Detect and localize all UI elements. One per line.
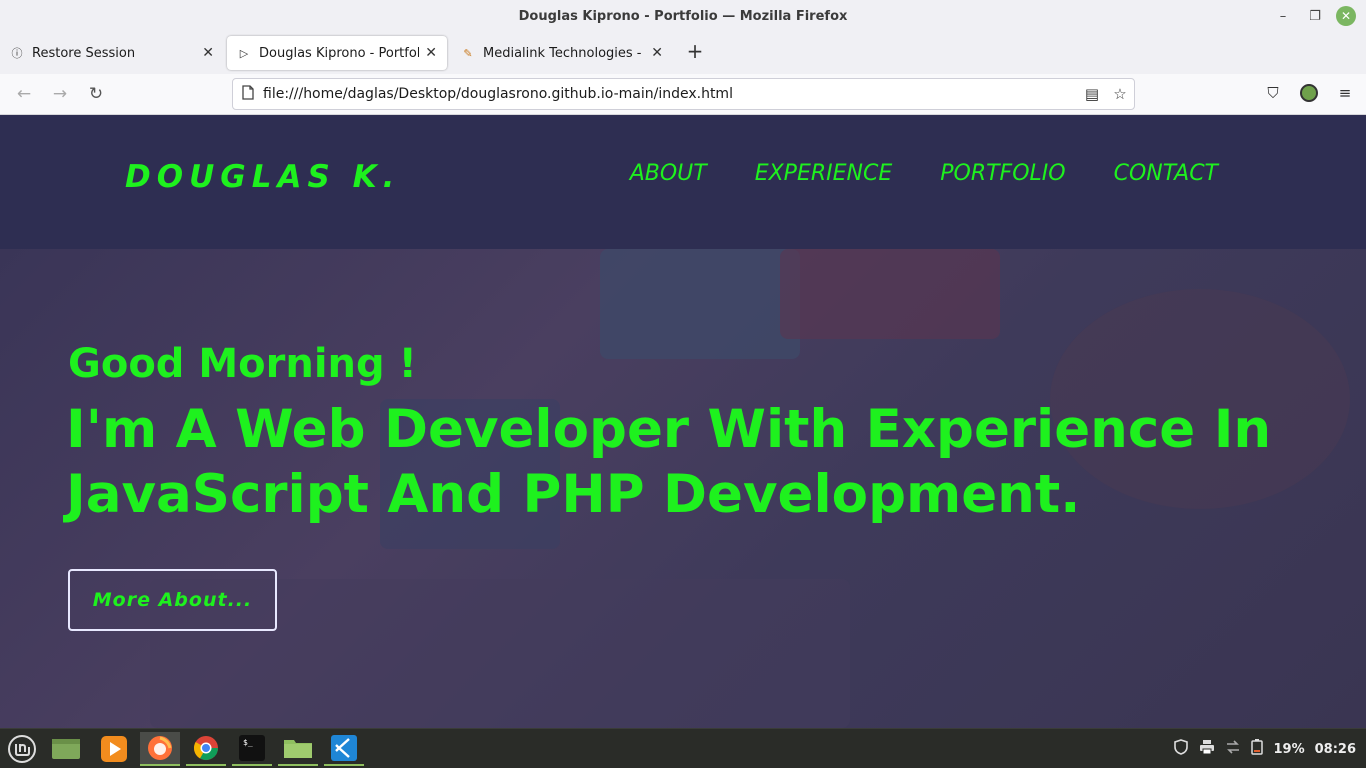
page-icon	[233, 84, 263, 104]
battery-percentage: 19%	[1273, 741, 1305, 757]
site-header: DOUGLAS K. ABOUT EXPERIENCE PORTFOLIO CO…	[0, 115, 1366, 249]
pocket-icon[interactable]: ⛉	[1262, 82, 1284, 104]
info-icon: ⓘ	[11, 47, 23, 60]
tab-medialink[interactable]: ✎ Medialink Technologies - Be ✕	[451, 36, 673, 70]
close-tab-icon[interactable]: ✕	[202, 45, 214, 61]
tab-label: Douglas Kiprono - Portfolio	[259, 45, 420, 61]
reader-view-icon[interactable]: ▤	[1078, 85, 1106, 103]
tab-label: Medialink Technologies - Be	[483, 45, 646, 61]
account-avatar-icon[interactable]	[1298, 82, 1320, 104]
security-shield-icon[interactable]	[1173, 739, 1189, 759]
new-tab-button[interactable]: +	[684, 39, 706, 63]
files-taskbar-icon[interactable]	[278, 732, 318, 766]
maximize-button[interactable]: ❐	[1304, 5, 1326, 27]
terminal-taskbar-icon[interactable]: $_	[232, 732, 272, 766]
firefox-taskbar-icon[interactable]	[140, 732, 180, 766]
web-page: DOUGLAS K. ABOUT EXPERIENCE PORTFOLIO CO…	[0, 115, 1366, 728]
vscode-taskbar-icon[interactable]	[324, 732, 364, 766]
minimize-button[interactable]: –	[1272, 5, 1294, 27]
printer-icon[interactable]	[1199, 739, 1215, 759]
chrome-taskbar-icon[interactable]	[186, 732, 226, 766]
system-tray: 19% 08:26	[1173, 729, 1356, 768]
reload-button[interactable]: ↻	[84, 82, 108, 106]
site-nav: ABOUT EXPERIENCE PORTFOLIO CONTACT	[630, 161, 1218, 186]
bookmark-star-icon[interactable]: ☆	[1106, 85, 1134, 103]
navigation-toolbar: ← → ↻ file:///home/daglas/Desktop/dougla…	[0, 74, 1366, 115]
window-title: Douglas Kiprono - Portfolio — Mozilla Fi…	[518, 8, 848, 24]
nav-link-contact[interactable]: CONTACT	[1114, 161, 1218, 186]
hero-headline: I'm A Web Developer With Experience In J…	[66, 399, 1272, 525]
tab-label: Restore Session	[32, 45, 136, 61]
tab-portfolio[interactable]: ▷ Douglas Kiprono - Portfolio ✕	[227, 36, 447, 70]
medialink-favicon-icon: ✎	[463, 46, 473, 60]
battery-icon[interactable]	[1251, 739, 1264, 759]
back-button[interactable]: ←	[12, 82, 36, 106]
close-tab-icon[interactable]: ✕	[651, 45, 663, 61]
hamburger-menu-icon[interactable]: ≡	[1334, 82, 1356, 104]
background-decor	[780, 249, 1000, 339]
nav-link-portfolio[interactable]: PORTFOLIO	[940, 161, 1065, 186]
background-decor	[600, 249, 800, 359]
window-controls: – ❐ ✕	[1272, 5, 1356, 27]
show-desktop-icon[interactable]	[46, 732, 86, 766]
site-logo[interactable]: DOUGLAS K.	[125, 159, 400, 195]
url-text[interactable]: file:///home/daglas/Desktop/douglasrono.…	[263, 86, 1078, 102]
more-about-button[interactable]: More About...	[68, 569, 277, 631]
toolbar-right-icons: ⛉ ≡	[1262, 82, 1356, 104]
network-icon[interactable]	[1225, 739, 1241, 759]
taskbar: $_ 19% 08:26	[0, 728, 1366, 768]
window-titlebar: Douglas Kiprono - Portfolio — Mozilla Fi…	[0, 0, 1366, 32]
svg-text:$_: $_	[243, 738, 253, 747]
close-window-button[interactable]: ✕	[1336, 6, 1356, 26]
clock[interactable]: 08:26	[1315, 742, 1356, 757]
nav-link-experience[interactable]: EXPERIENCE	[755, 161, 893, 186]
tab-restore-session[interactable]: ⓘ Restore Session ✕	[0, 36, 224, 70]
mint-menu-icon[interactable]	[2, 732, 42, 766]
play-icon: ▷	[239, 46, 249, 60]
nav-link-about[interactable]: ABOUT	[630, 161, 707, 186]
hero-section: Good Morning ! I'm A Web Developer With …	[0, 249, 1366, 728]
forward-button[interactable]: →	[48, 82, 72, 106]
greeting-heading: Good Morning !	[68, 341, 417, 387]
url-bar[interactable]: file:///home/daglas/Desktop/douglasrono.…	[232, 78, 1135, 110]
media-player-icon[interactable]	[94, 732, 134, 766]
tab-bar: ⓘ Restore Session ✕ ▷ Douglas Kiprono - …	[0, 32, 1366, 74]
close-tab-icon[interactable]: ✕	[425, 45, 437, 61]
